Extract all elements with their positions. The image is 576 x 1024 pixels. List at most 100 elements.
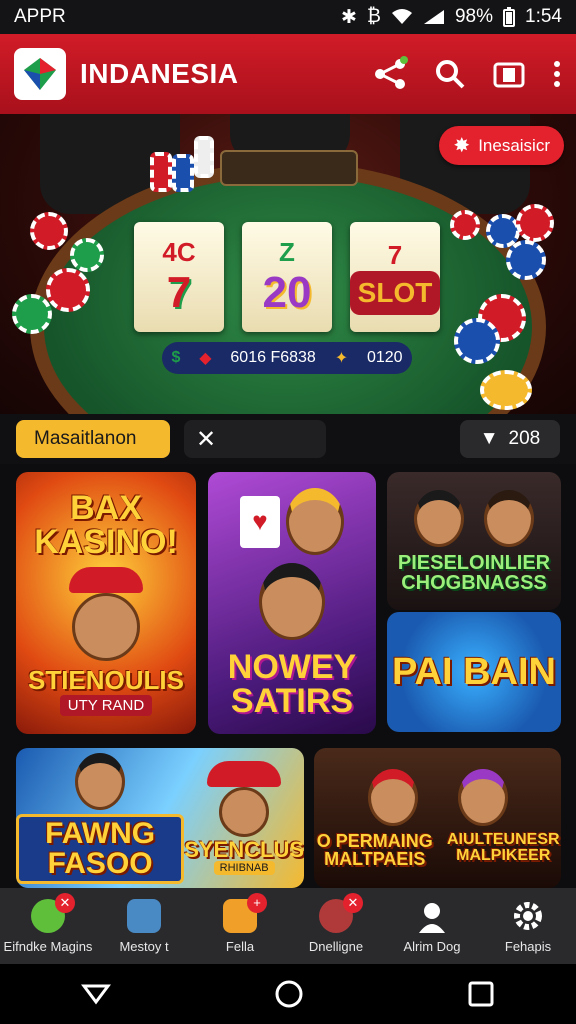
gear-icon bbox=[514, 901, 542, 930]
game-card-nowey-satirs[interactable]: ♥ NOWEY SATIRS bbox=[208, 472, 376, 734]
card-right-group: SYENCLUS RHIBNAB bbox=[184, 761, 304, 875]
home-icon[interactable] bbox=[274, 979, 304, 1009]
close-badge-icon: ✕ bbox=[55, 892, 75, 913]
filter-icon: ▼ bbox=[479, 428, 499, 449]
filter-bar: Masaitlanon ✕ ▼ 208 bbox=[0, 414, 576, 464]
status-carrier: AΡPR bbox=[14, 6, 66, 27]
app-bar: INDANESIA bbox=[0, 34, 576, 114]
card-caption: RHIBNAB bbox=[213, 861, 275, 875]
jackpot-bar: $ ◆ 6016 F6838 ✦ 0120 bbox=[162, 342, 412, 374]
nav-item-fella[interactable]: + Fella bbox=[192, 888, 288, 964]
character-avatar bbox=[72, 592, 140, 661]
signal-icon bbox=[423, 10, 444, 24]
character-avatar bbox=[414, 489, 464, 547]
clear-icon[interactable]: ✕ bbox=[196, 425, 216, 454]
jackpot-left-value: 6016 F6838 bbox=[230, 349, 316, 366]
nav-item-alrim-dog[interactable]: Alrim Dog bbox=[384, 888, 480, 964]
recents-icon[interactable] bbox=[467, 980, 495, 1008]
gamer-icon: ✕ bbox=[319, 892, 363, 933]
reel-1-top: 4C bbox=[162, 236, 196, 267]
diamond-logo-icon bbox=[24, 58, 56, 90]
chip-icon bbox=[516, 204, 554, 242]
card-subtitle: AIULTEUNESR MALPIKEER bbox=[446, 830, 560, 864]
network-icon[interactable] bbox=[372, 56, 408, 92]
filter-count: 208 bbox=[508, 428, 541, 449]
vibrate-icon: ₿ bbox=[366, 6, 381, 27]
nav-label: Dnelligne bbox=[308, 938, 364, 954]
status-time: 1:54 bbox=[525, 6, 562, 27]
filter-counter[interactable]: ▼ 208 bbox=[460, 420, 560, 458]
status-bar: AΡPR ✱ ₿ 98% 1:54 bbox=[0, 0, 576, 34]
promo-label: Inesaisicr bbox=[478, 135, 550, 155]
chip-stack-icon bbox=[194, 136, 214, 178]
folder-icon: + bbox=[223, 892, 267, 933]
category-label: Masaitlanon bbox=[34, 428, 137, 449]
card-caption: UTY RAND bbox=[59, 694, 153, 716]
chip-icon bbox=[46, 268, 90, 312]
character-group bbox=[414, 489, 534, 547]
chip-icon bbox=[70, 238, 104, 272]
nav-label: Fehapis bbox=[504, 938, 552, 954]
hat-icon bbox=[69, 566, 143, 593]
game-card-bax-kasino[interactable]: BAX KASINO! STIENOULIS UTY RAND bbox=[16, 472, 196, 734]
chair-icon bbox=[127, 898, 161, 933]
bluetooth-icon: ✱ bbox=[340, 6, 357, 28]
chip-icon bbox=[506, 240, 546, 280]
jackpot-right-value: 0120 bbox=[366, 349, 403, 366]
nav-item-mestoy[interactable]: Mestoy t bbox=[96, 888, 192, 964]
card-title: PIESELOINLIER CHOGBNAGSS bbox=[397, 551, 551, 594]
character-group: ♥ bbox=[240, 488, 344, 555]
nav-item-magins[interactable]: ✕ Eifndke Magins bbox=[0, 888, 96, 964]
app-logo[interactable] bbox=[14, 48, 66, 100]
nav-item-dnelligne[interactable]: ✕ Dnelligne bbox=[288, 888, 384, 964]
token-tray bbox=[220, 150, 358, 186]
back-icon[interactable] bbox=[81, 982, 112, 1006]
chip-icon bbox=[480, 370, 532, 410]
nav-label: Eifndke Magins bbox=[3, 938, 93, 954]
battery-icon bbox=[503, 7, 516, 27]
chip-icon bbox=[454, 318, 500, 364]
card-subtitle: SYENCLUS bbox=[184, 837, 304, 862]
character-avatar bbox=[457, 768, 508, 826]
coin-icon: $ bbox=[171, 349, 181, 366]
nav-item-fehapis[interactable]: Fehapis bbox=[480, 888, 576, 964]
reel-1-main: 7 bbox=[166, 267, 192, 317]
game-card-maltpaeis[interactable]: O PERMAING MALTPAEIS AIULTEUNESR MALPIKE… bbox=[314, 748, 561, 888]
reel-3-main: SLOT bbox=[349, 270, 441, 315]
card-content: FAWNG FASOO SYENCLUS RHIBNAB bbox=[16, 752, 304, 884]
hat-icon bbox=[207, 761, 282, 787]
character-group bbox=[367, 768, 508, 826]
character-avatar bbox=[286, 488, 344, 555]
status-indicators: ✱ ₿ 98% 1:54 bbox=[341, 6, 562, 29]
wifi-icon bbox=[391, 9, 412, 24]
search-icon[interactable] bbox=[434, 58, 466, 90]
category-select[interactable]: Masaitlanon bbox=[16, 420, 170, 458]
app-bar-actions bbox=[372, 56, 562, 92]
battery-percent: 98% bbox=[454, 6, 494, 27]
ruby-icon: ◆ bbox=[199, 350, 212, 367]
promo-badge[interactable]: ✸ Inesaisicr bbox=[439, 126, 564, 165]
chip-icon bbox=[450, 210, 480, 240]
plus-badge-icon: + bbox=[247, 892, 267, 913]
character-avatar bbox=[75, 752, 126, 810]
card-title: FAWNG FASOO bbox=[16, 813, 185, 884]
wallet-icon[interactable] bbox=[492, 58, 526, 90]
game-card-pai-bain[interactable]: PAI BAIN bbox=[387, 612, 561, 732]
heart-card-icon: ♥ bbox=[240, 495, 280, 548]
nav-label: Fella bbox=[225, 938, 255, 954]
game-card-chogbnagss[interactable]: PIESELOINLIER CHOGBNAGSS bbox=[387, 472, 561, 610]
reel-2-top: Z bbox=[279, 236, 295, 267]
more-icon[interactable] bbox=[552, 59, 562, 89]
hero-banner[interactable]: ✸ Inesaisicr 4C 7 Z 20 7 SLOT $ ◆ 6016 F… bbox=[0, 114, 576, 414]
card-title: BAX KASINO! bbox=[34, 488, 178, 561]
card-left-group: FAWNG FASOO bbox=[16, 752, 185, 884]
card-title: PAI BAIN bbox=[392, 651, 556, 693]
slot-reel-2: Z 20 bbox=[242, 222, 332, 332]
character-avatar bbox=[219, 787, 270, 837]
character-avatar bbox=[484, 489, 534, 547]
chip-stack-icon bbox=[172, 154, 194, 192]
chip-icon bbox=[12, 294, 52, 334]
search-field[interactable]: ✕ bbox=[184, 420, 326, 458]
profile-icon bbox=[419, 902, 445, 933]
game-card-fasoo[interactable]: FAWNG FASOO SYENCLUS RHIBNAB bbox=[16, 748, 304, 888]
